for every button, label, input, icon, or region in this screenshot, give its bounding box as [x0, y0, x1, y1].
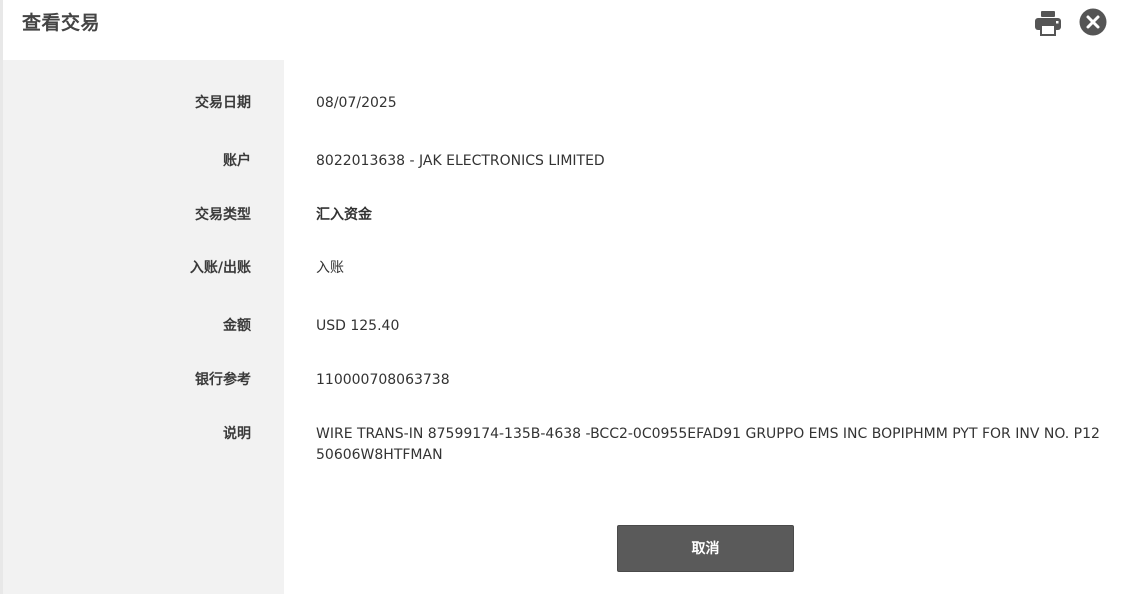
field-value: 入账 [316, 260, 344, 276]
dialog-body: 交易日期 08/07/2025 账户 8022013638 - JAK ELEC… [3, 60, 1125, 594]
dialog-title: 查看交易 [22, 12, 101, 34]
dialog-header: 查看交易 [3, 0, 1125, 60]
field-label: 金额 [223, 318, 251, 334]
field-label: 账户 [223, 153, 251, 169]
field-value: 110000708063738 [316, 372, 450, 388]
cancel-button[interactable]: 取消 [617, 525, 794, 572]
field-label: 说明 [223, 426, 251, 442]
field-value: 汇入资金 [316, 207, 372, 223]
field-value: USD 125.40 [316, 318, 400, 334]
field-value: 08/07/2025 [316, 95, 397, 111]
print-icon[interactable] [1033, 9, 1063, 37]
field-value: WIRE TRANS-IN 87599174-135B-4638 -BCC2-0… [316, 426, 1100, 463]
field-label: 交易日期 [195, 95, 251, 111]
field-value: 8022013638 - JAK ELECTRONICS LIMITED [316, 153, 605, 169]
field-label: 银行参考 [195, 372, 251, 388]
view-transaction-dialog: 查看交易 交易日期 08/07/2025 账户 8022013638 - JAK… [0, 0, 1125, 594]
close-icon[interactable] [1079, 8, 1107, 36]
field-label: 入账/出账 [189, 260, 251, 276]
field-label: 交易类型 [195, 207, 251, 223]
